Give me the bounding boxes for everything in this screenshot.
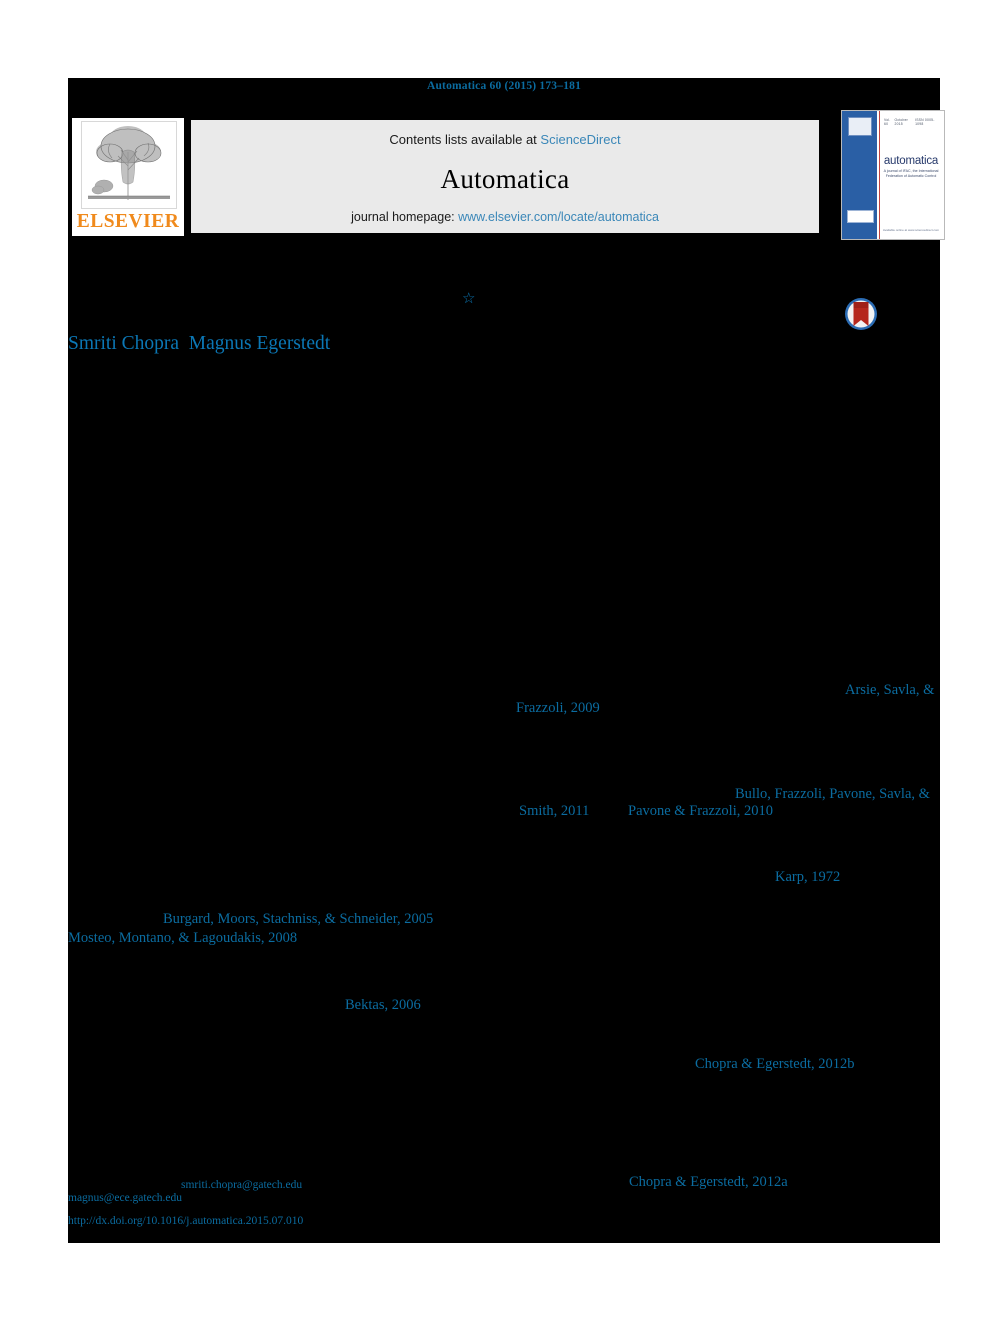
citation-link[interactable]: Chopra & Egerstedt, 2012b: [695, 1055, 854, 1074]
running-head: Automatica 60 (2015) 173–181: [426, 80, 582, 92]
title-footnote-star-icon[interactable]: ☆: [462, 291, 475, 306]
footer-link[interactable]: smriti.chopra@gatech.edu: [181, 1178, 302, 1193]
journal-cover-thumbnail: Vol. 60 October 2015 ISSN 0005-1098 auto…: [841, 110, 945, 240]
ifac-cover-logo-icon: [847, 210, 874, 223]
citation-link[interactable]: Arsie, Savla, &: [845, 681, 934, 700]
cover-volume-text: Vol. 60: [884, 118, 891, 126]
citation-link[interactable]: Mosteo, Montano, & Lagoudakis, 2008: [68, 929, 297, 948]
cover-footer-text: Available online at www.sciencedirect.co…: [882, 228, 940, 232]
journal-homepage-link[interactable]: www.elsevier.com/locate/automatica: [458, 210, 659, 224]
crossmark-badge-icon[interactable]: [843, 296, 879, 332]
journal-title: Automatica: [440, 164, 570, 194]
homepage-prefix-text: journal homepage:: [351, 210, 459, 224]
citation-link[interactable]: Burgard, Moors, Stachniss, & Schneider, …: [163, 910, 433, 929]
footer-link[interactable]: http://dx.doi.org/10.1016/j.automatica.2…: [68, 1214, 303, 1229]
elsevier-tree-drawing: [82, 122, 176, 208]
elsevier-logo: ELSEVIER: [72, 118, 184, 236]
article-page: Automatica 60 (2015) 173–181 ELSEVIER Co…: [0, 0, 992, 1323]
journal-masthead: ELSEVIER Contents lists available at Sci…: [68, 108, 945, 240]
citation-link[interactable]: Chopra & Egerstedt, 2012a: [629, 1173, 788, 1192]
crossmark-badge-drawing: [845, 298, 877, 330]
contents-prefix-text: Contents lists available at: [389, 132, 541, 147]
cover-subtitle-line-1: A journal of IFAC, the International: [883, 169, 939, 173]
cover-date-text: October 2015: [894, 118, 908, 126]
citation-link[interactable]: Pavone & Frazzoli, 2010: [628, 802, 773, 821]
citation-link[interactable]: Frazzoli, 2009: [516, 699, 600, 718]
cover-journal-title: automatica: [883, 155, 939, 167]
sciencedirect-link[interactable]: ScienceDirect: [540, 132, 620, 147]
sciencedirect-banner: Contents lists available at ScienceDirec…: [191, 120, 819, 233]
citation-link[interactable]: Karp, 1972: [775, 868, 840, 887]
cover-subtitle: A journal of IFAC, the International Fed…: [882, 169, 940, 179]
cover-subtitle-line-2: Federation of Automatic Control: [885, 174, 937, 178]
cover-red-rule: [879, 111, 880, 239]
citation-link[interactable]: Bektas, 2006: [345, 996, 421, 1015]
elsevier-wordmark: ELSEVIER: [76, 211, 180, 232]
sciencedirect-cover-logo-icon: [848, 117, 872, 136]
elsevier-tree-icon: [81, 121, 177, 209]
footer-link[interactable]: magnus@ece.gatech.edu: [68, 1191, 182, 1206]
cover-issue-line: Vol. 60 October 2015 ISSN 0005-1098: [884, 118, 940, 126]
author-list: Smriti Chopra Magnus Egerstedt: [68, 333, 331, 354]
contents-available-line: Contents lists available at ScienceDirec…: [191, 132, 819, 147]
citation-link[interactable]: Smith, 2011: [519, 802, 589, 821]
cover-issn-text: ISSN 0005-1098: [915, 118, 935, 126]
journal-homepage-line: journal homepage: www.elsevier.com/locat…: [191, 210, 819, 224]
